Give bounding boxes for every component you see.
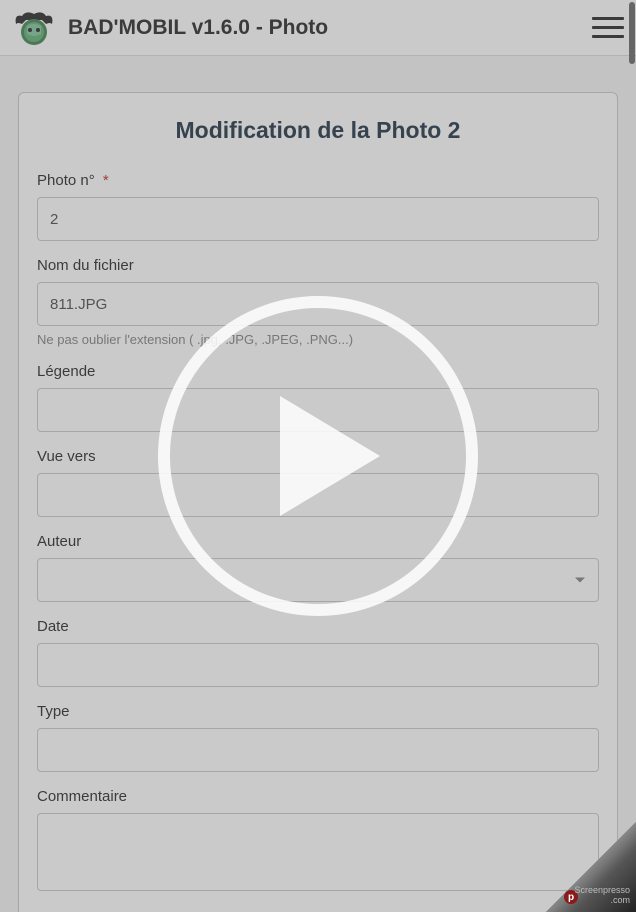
textarea-commentaire[interactable]: [37, 813, 599, 891]
app-header: BAD'MOBIL v1.6.0 - Photo: [0, 0, 636, 56]
input-date[interactable]: [37, 643, 599, 687]
label-commentaire: Commentaire: [37, 788, 599, 805]
form-title: Modification de la Photo 2: [37, 117, 599, 144]
play-triangle-icon: [280, 396, 380, 516]
input-photo-no[interactable]: [37, 197, 599, 241]
label-date: Date: [37, 618, 599, 635]
required-indicator: *: [103, 172, 109, 189]
field-type: Type: [37, 703, 599, 772]
input-type[interactable]: [37, 728, 599, 772]
scrollbar[interactable]: [628, 0, 636, 912]
app-logo: [12, 6, 56, 50]
play-circle-icon: [158, 296, 478, 616]
label-type: Type: [37, 703, 599, 720]
field-date: Date: [37, 618, 599, 687]
field-photo-no: Photo n° *: [37, 172, 599, 241]
menu-icon[interactable]: [592, 12, 624, 44]
watermark: p Screenpresso .com: [546, 860, 636, 912]
watermark-text: Screenpresso .com: [574, 886, 630, 906]
label-photo-no: Photo n° *: [37, 172, 599, 189]
app-title: BAD'MOBIL v1.6.0 - Photo: [68, 16, 328, 40]
label-filename: Nom du fichier: [37, 257, 599, 274]
field-commentaire: Commentaire: [37, 788, 599, 896]
scrollbar-thumb[interactable]: [629, 2, 635, 64]
play-button[interactable]: [158, 296, 478, 616]
